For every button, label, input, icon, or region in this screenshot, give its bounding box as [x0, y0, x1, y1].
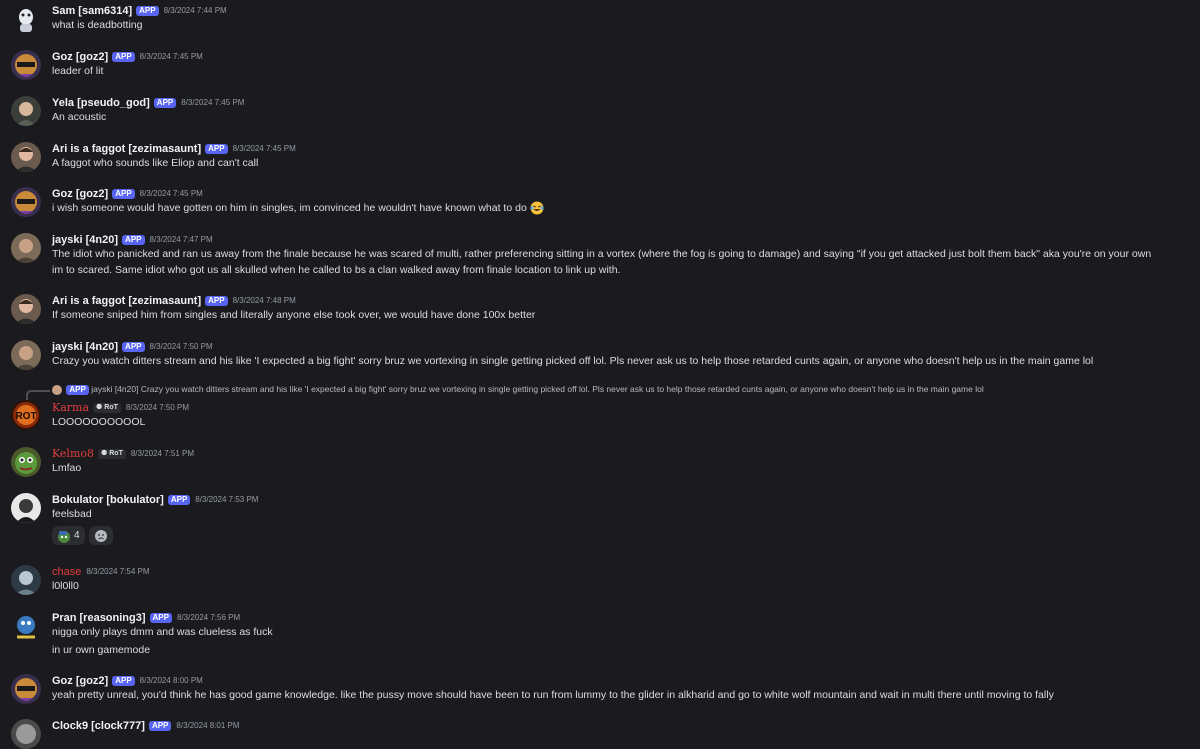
- reply-connector: [26, 390, 50, 400]
- avatar[interactable]: [11, 674, 41, 704]
- message-text: feelsbad: [52, 508, 92, 520]
- app-badge: APP: [66, 384, 89, 395]
- timestamp: 8/3/2024 7:45 PM: [139, 52, 203, 61]
- username[interactable]: Ari is a faggot [zezimasaunt]: [52, 143, 201, 155]
- message-text: The idiot who panicked and ran us away f…: [52, 248, 1152, 260]
- avatar[interactable]: [11, 340, 41, 370]
- app-badge: APP: [112, 52, 135, 62]
- app-badge: APP: [148, 721, 172, 731]
- avatar[interactable]: [11, 565, 41, 595]
- app-badge: APP: [205, 296, 228, 306]
- app-badge: APP: [122, 342, 145, 352]
- app-badge: APP: [153, 98, 177, 108]
- avatar[interactable]: [11, 611, 41, 641]
- avatar[interactable]: [11, 187, 41, 217]
- app-badge: APP: [136, 6, 159, 16]
- avatar[interactable]: [11, 719, 41, 749]
- username[interactable]: Goz [goz2]: [52, 51, 108, 63]
- reply-text: jayski [4n20] Crazy you watch ditters st…: [91, 384, 984, 394]
- username[interactable]: Kelmo8: [52, 447, 94, 460]
- timestamp: 8/3/2024 7:45 PM: [181, 98, 245, 107]
- username[interactable]: Bokulator [bokulator]: [52, 494, 164, 506]
- avatar[interactable]: ROT: [11, 400, 41, 430]
- role-tag: ⚉ RoT: [93, 403, 121, 413]
- username[interactable]: Yela [pseudo_god]: [52, 97, 150, 109]
- timestamp: 8/3/2024 7:50 PM: [125, 403, 190, 412]
- message-text: A faggot who sounds like Eliop and can't…: [52, 157, 259, 169]
- message-text: l0l0ll0: [52, 580, 79, 592]
- username[interactable]: chase: [52, 566, 81, 578]
- message-text: leader of lit: [52, 65, 104, 77]
- reply-avatar: [52, 384, 62, 395]
- message-text: im to scared. Same idiot who got us all …: [52, 264, 621, 276]
- message-text: what is deadbotting: [52, 19, 143, 31]
- avatar[interactable]: [11, 4, 41, 34]
- reply-preview[interactable]: APP jayski [4n20] Crazy you watch ditter…: [52, 384, 984, 395]
- pepe-emoji-icon: [58, 530, 70, 543]
- svg-text:ROT: ROT: [15, 411, 36, 422]
- app-badge: APP: [149, 613, 172, 623]
- app-badge: APP: [112, 189, 135, 199]
- message-text: LOOOOOOOOOOL: [52, 416, 146, 428]
- app-badge: APP: [167, 495, 191, 505]
- avatar[interactable]: [11, 96, 41, 126]
- message-text: yeah pretty unreal, you'd think he has g…: [52, 689, 1054, 701]
- role-tag: ⚉ RoT: [98, 449, 126, 459]
- timestamp: 8/3/2024 7:50 PM: [149, 342, 213, 351]
- timestamp: 8/3/2024 8:00 PM: [139, 676, 203, 685]
- app-badge: APP: [112, 676, 135, 686]
- app-badge: APP: [122, 235, 145, 245]
- app-badge: APP: [205, 144, 228, 154]
- message-text: An acoustic: [52, 111, 107, 123]
- avatar[interactable]: [11, 50, 41, 80]
- timestamp: 8/3/2024 7:56 PM: [176, 613, 241, 622]
- message-text: nigga only plays dmm and was clueless as…: [52, 626, 273, 638]
- avatar[interactable]: [11, 233, 41, 263]
- username[interactable]: Goz [goz2]: [52, 675, 108, 687]
- timestamp: 8/3/2024 7:47 PM: [149, 235, 213, 244]
- avatar[interactable]: [11, 142, 41, 172]
- message-text: i wish someone would have gotten on him …: [52, 202, 527, 214]
- avatar[interactable]: [11, 447, 41, 477]
- laughing-tears-emoji-icon: [530, 201, 544, 215]
- avatar[interactable]: [11, 294, 41, 324]
- message-text: Crazy you watch ditters stream and his l…: [52, 355, 1094, 367]
- reaction-pepe[interactable]: 4: [52, 526, 85, 545]
- reaction-count: 4: [74, 530, 80, 541]
- sad-face-emoji-icon: [94, 529, 107, 542]
- avatar[interactable]: [11, 493, 41, 523]
- username[interactable]: Goz [goz2]: [52, 188, 108, 200]
- username[interactable]: jayski [4n20]: [52, 341, 118, 353]
- timestamp: 8/3/2024 7:44 PM: [163, 6, 227, 15]
- username[interactable]: Pran [reasoning3]: [52, 612, 146, 624]
- timestamp: 8/3/2024 7:48 PM: [232, 296, 296, 305]
- timestamp: 8/3/2024 7:53 PM: [195, 495, 259, 504]
- username[interactable]: Karma: [52, 401, 89, 414]
- username[interactable]: Clock9 [clock777]: [52, 720, 145, 732]
- timestamp: 8/3/2024 7:51 PM: [130, 449, 195, 458]
- timestamp: 8/3/2024 7:54 PM: [86, 567, 150, 576]
- message-text: If someone sniped him from singles and l…: [52, 309, 536, 321]
- username[interactable]: Sam [sam6314]: [52, 5, 132, 17]
- timestamp: 8/3/2024 7:45 PM: [232, 144, 296, 153]
- username[interactable]: Ari is a faggot [zezimasaunt]: [52, 295, 201, 307]
- message-text: Lmfao: [52, 462, 82, 474]
- timestamp: 8/3/2024 7:45 PM: [139, 189, 203, 198]
- username[interactable]: jayski [4n20]: [52, 234, 118, 246]
- message-text: in ur own gamemode: [52, 644, 151, 656]
- reaction-sad[interactable]: [88, 526, 113, 545]
